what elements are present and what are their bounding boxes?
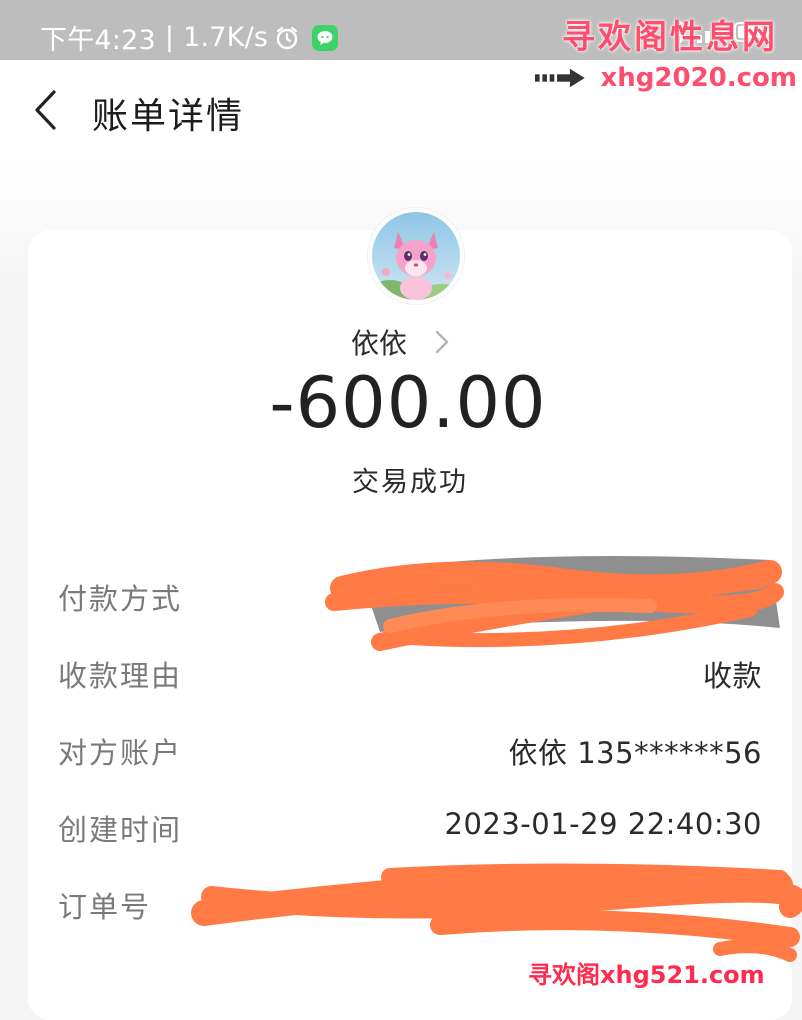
chevron-left-icon [35,90,56,130]
arrow-right-icon [535,68,585,88]
amount: -600.00 [269,362,547,444]
order-number-label: 订单号 [58,890,152,924]
watermark-url-row: xhg2020.com [535,62,797,94]
status-separator: | [164,22,175,53]
network-speed: 1.7K/s [183,22,269,53]
back-button[interactable] [28,86,68,134]
payment-method-label: 付款方式 [58,582,183,616]
watermark-title: 寻欢阁性息网 [562,17,778,56]
status-left: 下午4:23 | 1.7K/s [40,18,339,57]
page-title: 账单详情 [92,96,245,137]
chevron-right-icon [435,330,449,354]
created-time-value: 2023-01-29 22:40:30 [444,807,762,841]
watermark-bottom: 寻欢阁xhg521.com [528,961,765,989]
payee-name: 依依 [350,327,407,360]
watermark-url: xhg2020.com [600,63,798,93]
transaction-status: 交易成功 [352,467,468,498]
avatar[interactable] [368,208,464,304]
counterparty-value: 依依 135******56 [508,736,762,770]
reason-label: 收款理由 [58,659,183,693]
counterparty-label: 对方账户 [58,736,183,770]
payee-name-row[interactable]: 依依 [0,322,802,362]
reason-value: 收款 [702,659,762,693]
created-time-label: 创建时间 [58,813,183,847]
alarm-clock-icon [276,26,298,49]
wechat-notification-icon [312,24,339,51]
avatar-image [372,212,460,300]
status-time: 下午4:23 [40,25,156,56]
